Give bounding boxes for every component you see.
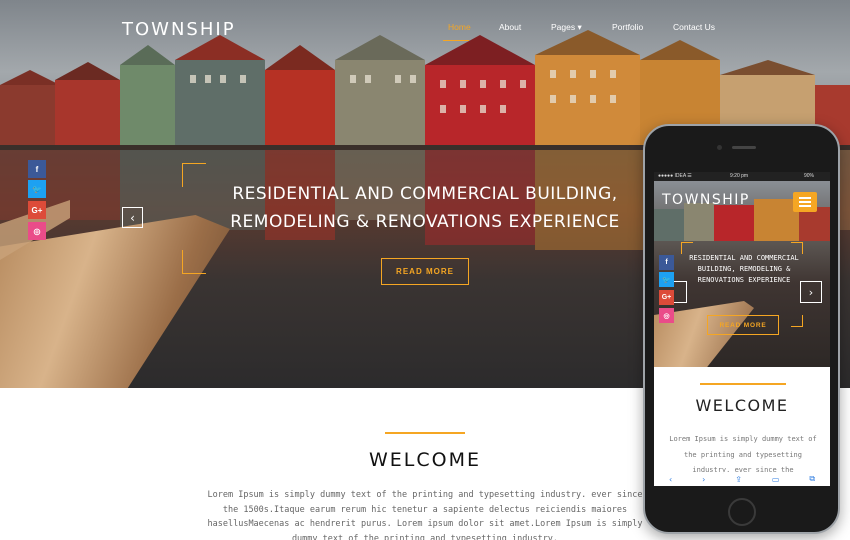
- phone-logo[interactable]: TOWNSHIP: [662, 192, 750, 208]
- hero-title-line-1: RESIDENTIAL AND COMMERCIAL BUILDING,: [232, 184, 618, 204]
- dribbble-icon[interactable]: ◎: [28, 222, 46, 240]
- phone-hero: TOWNSHIP RESIDENTIAL AND COMMERCIAL BUIL…: [654, 181, 830, 367]
- share-icon[interactable]: ⇪: [735, 475, 742, 484]
- chevron-down-icon: ▾: [577, 22, 582, 32]
- phone-twitter-icon[interactable]: 🐦: [659, 272, 674, 287]
- status-battery: 90%: [804, 173, 815, 179]
- facebook-icon[interactable]: f: [28, 160, 46, 178]
- back-icon[interactable]: ‹: [669, 475, 672, 484]
- phone-slider-next-button[interactable]: ›: [800, 281, 822, 303]
- nav-home[interactable]: Home: [448, 22, 471, 32]
- bookmarks-icon[interactable]: ▭: [772, 475, 780, 484]
- phone-slider-prev-button[interactable]: [673, 281, 687, 303]
- tabs-icon[interactable]: ⧉: [809, 474, 815, 484]
- phone-welcome-divider: [700, 383, 786, 385]
- status-carrier: ●●●●● IDEA ☰: [658, 173, 692, 179]
- phone-welcome-title: WELCOME: [695, 396, 789, 415]
- phone-frame-corner-br: [791, 315, 803, 327]
- nav-pages-label: Pages: [551, 22, 576, 32]
- nav-portfolio[interactable]: Portfolio: [612, 22, 643, 32]
- phone-home-button: [728, 498, 756, 526]
- phone-status-bar: ●●●●● IDEA ☰ 9:20 pm 90%: [654, 172, 830, 181]
- phone-dribbble-icon[interactable]: ◎: [659, 308, 674, 323]
- welcome-title: WELCOME: [369, 449, 481, 471]
- phone-screen: ●●●●● IDEA ☰ 9:20 pm 90% TOWNSHIP RESIDE…: [654, 172, 830, 486]
- hamburger-menu-icon[interactable]: [793, 192, 817, 212]
- phone-browser-toolbar: ‹ › ⇪ ▭ ⧉: [654, 472, 830, 486]
- phone-read-more-button[interactable]: READ MORE: [707, 315, 779, 335]
- phone-speaker: [732, 146, 756, 149]
- site-logo[interactable]: TOWNSHIP: [122, 19, 236, 40]
- phone-hero-title: RESIDENTIAL AND COMMERCIAL BUILDING, REM…: [689, 254, 799, 284]
- phone-googleplus-icon[interactable]: G+: [659, 290, 674, 305]
- read-more-button[interactable]: READ MORE: [381, 258, 469, 285]
- phone-facebook-icon[interactable]: f: [659, 255, 674, 270]
- nav-active-underline: [443, 40, 469, 41]
- hero-title-line-2: REMODELING & RENOVATIONS EXPERIENCE: [230, 212, 620, 232]
- twitter-icon[interactable]: 🐦: [28, 180, 46, 198]
- welcome-divider: [385, 432, 465, 434]
- welcome-text: Lorem Ipsum is simply dummy text of the …: [207, 490, 643, 540]
- phone-mockup: ●●●●● IDEA ☰ 9:20 pm 90% TOWNSHIP RESIDE…: [643, 124, 840, 534]
- forward-icon[interactable]: ›: [702, 475, 705, 484]
- status-time: 9:20 pm: [730, 173, 749, 179]
- slider-prev-button[interactable]: ‹: [122, 207, 143, 228]
- nav-pages[interactable]: Pages ▾: [551, 22, 582, 33]
- nav-about[interactable]: About: [499, 22, 521, 32]
- frame-corner-bottom: [182, 250, 206, 274]
- frame-corner-top: [182, 163, 206, 187]
- phone-camera: [717, 145, 722, 150]
- nav-contact[interactable]: Contact Us: [673, 22, 715, 32]
- hero-title: RESIDENTIAL AND COMMERCIAL BUILDING, REM…: [230, 180, 620, 236]
- googleplus-icon[interactable]: G+: [28, 201, 46, 219]
